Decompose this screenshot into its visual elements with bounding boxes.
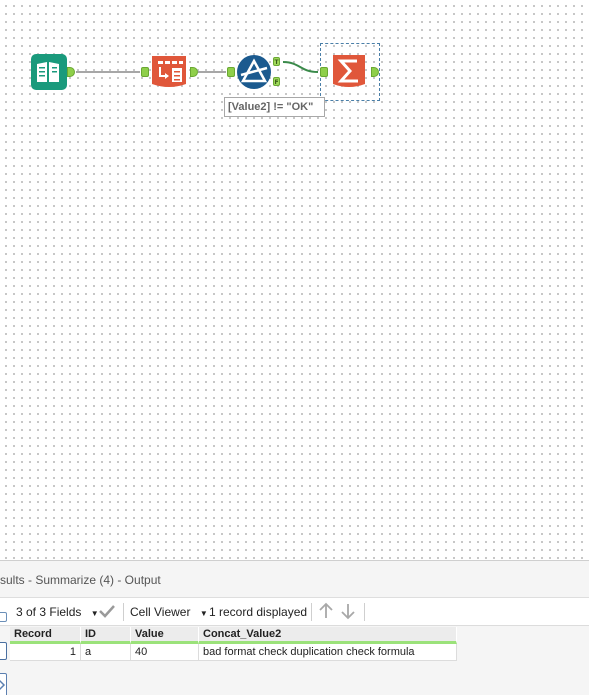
results-toolbar: 3 of 3 Fields ▼ Cell Viewer ▼ 1 record d… <box>0 598 589 626</box>
chevron-down-icon: ▼ <box>199 609 208 618</box>
sigma-icon <box>333 55 365 87</box>
fields-label: 3 of 3 Fields <box>16 605 82 619</box>
transform-input-anchor[interactable] <box>141 67 149 77</box>
filter-input-anchor[interactable] <box>227 67 235 77</box>
text-to-columns-tool[interactable] <box>150 54 186 90</box>
side-button[interactable] <box>0 612 7 622</box>
arrow-down-icon[interactable] <box>340 602 356 624</box>
cell-viewer-label: Cell Viewer <box>130 605 191 619</box>
column-header-concat-value2[interactable]: Concat_Value2 <box>199 627 457 644</box>
text-to-columns-icon <box>152 56 186 87</box>
arrow-up-icon[interactable] <box>318 602 334 624</box>
cell-viewer-dropdown[interactable]: Cell Viewer ▼ <box>130 604 208 622</box>
filter-false-anchor[interactable]: F <box>273 77 280 86</box>
filter-annotation: [Value2] != "OK" <box>224 97 325 117</box>
records-displayed: 1 record displayed <box>209 605 308 619</box>
cell-value[interactable]: 40 <box>131 644 199 661</box>
summarize-tool[interactable] <box>331 53 367 89</box>
side-button[interactable] <box>0 642 7 660</box>
column-header-value[interactable]: Value <box>131 627 199 644</box>
results-title: sults - Summarize (4) - Output <box>0 573 161 587</box>
cell-concat-value2[interactable]: bad format check duplication check formu… <box>199 644 457 661</box>
filter-true-anchor[interactable]: T <box>273 57 280 66</box>
cell-record[interactable]: 1 <box>10 644 81 661</box>
workflow-canvas[interactable]: T F [Value2] != "OK" <box>0 0 589 560</box>
filter-icon <box>237 55 271 89</box>
book-icon <box>31 54 67 90</box>
checkmark-icon[interactable] <box>98 602 116 624</box>
toolbar-separator <box>311 603 312 621</box>
toolbar-separator <box>364 603 365 621</box>
false-label: F <box>274 79 279 86</box>
results-side-strip <box>0 598 8 695</box>
true-label: T <box>274 59 279 66</box>
fields-dropdown[interactable]: 3 of 3 Fields ▼ <box>16 604 99 622</box>
column-header-record[interactable]: Record <box>10 627 81 644</box>
connections <box>76 61 319 73</box>
toolbar-separator <box>123 603 124 621</box>
summarize-input-anchor[interactable] <box>320 67 328 77</box>
cell-id[interactable]: a <box>81 644 131 661</box>
input-data-tool[interactable] <box>31 54 67 90</box>
connection-true-to-summarize <box>282 61 319 73</box>
filter-tool[interactable] <box>236 54 272 90</box>
chevron-right-icon[interactable] <box>0 673 7 695</box>
column-header-id[interactable]: ID <box>81 627 131 644</box>
